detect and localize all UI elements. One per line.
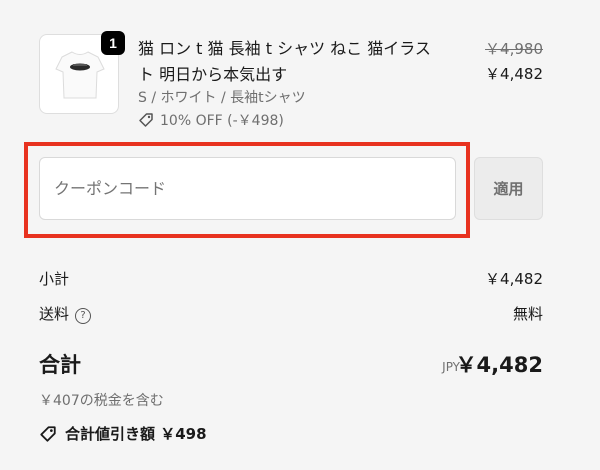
- question-circle-icon[interactable]: ?: [75, 308, 92, 324]
- product-discount-text: 10% OFF (-￥498): [160, 113, 284, 129]
- product-variant: S / ホワイト / 長袖tシャツ: [138, 90, 306, 106]
- tax-note: ￥407の税金を含む: [39, 393, 164, 409]
- subtotal-value: ￥4,482: [485, 270, 543, 288]
- product-price: ￥4,482: [485, 65, 543, 83]
- tag-icon: [40, 425, 56, 442]
- tag-icon: [139, 113, 153, 127]
- total-savings: 合計値引き額 ￥498: [39, 423, 207, 444]
- quantity-badge: 1: [101, 31, 125, 55]
- shipping-row: 送料?: [39, 303, 92, 324]
- shipping-label: 送料: [39, 305, 70, 323]
- subtotal-label: 小計: [39, 270, 70, 288]
- coupon-code-input[interactable]: [39, 157, 456, 220]
- product-discount: 10% OFF (-￥498): [138, 110, 284, 130]
- shipping-value: 無料: [512, 305, 543, 323]
- product-title-line2: ト 明日から本気出す: [138, 65, 288, 84]
- product-title: 猫 ロン t 猫 長袖 t シャツ ねこ 猫イラス ト 明日から本気出す: [138, 36, 468, 88]
- total-label: 合計: [39, 353, 81, 377]
- product-title-line1: 猫 ロン t 猫 長袖 t シャツ ねこ 猫イラス: [138, 39, 431, 58]
- apply-coupon-button[interactable]: 適用: [474, 157, 543, 220]
- total-value: ￥4,482: [455, 353, 543, 377]
- original-price: ￥4,980: [485, 40, 543, 58]
- total-savings-text: 合計値引き額 ￥498: [65, 425, 207, 443]
